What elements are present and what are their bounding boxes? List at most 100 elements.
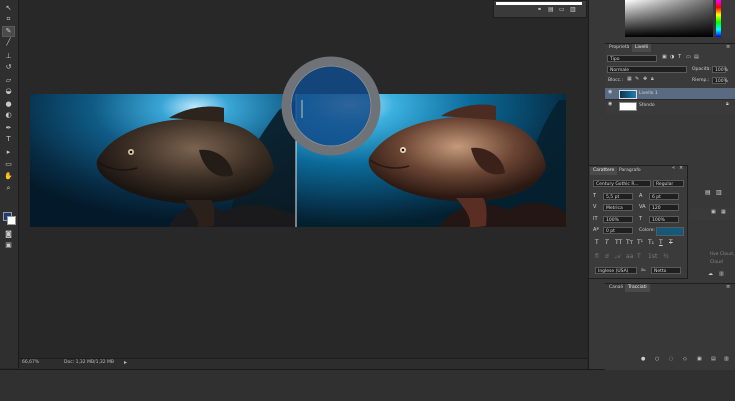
superscript-icon[interactable]: T¹ [637,240,643,246]
opacity-input[interactable]: 100% [712,66,728,73]
trash-icon[interactable]: ▥ [570,7,576,13]
subscript-icon[interactable]: T₁ [648,240,654,246]
quick-mask-icon[interactable]: ◙ [3,230,14,239]
hand-icon[interactable]: ✋ [3,172,14,181]
filter-type-icon[interactable]: T [678,55,681,60]
collapse-icon[interactable]: « [672,166,675,171]
leading-value: 6 pt [652,195,661,200]
delete-path-icon[interactable]: ▥ [724,357,729,362]
paint-bucket-icon[interactable]: ◒ [3,87,14,96]
faux-italic-icon[interactable]: T [605,240,609,246]
antialias-select[interactable]: Netto [651,267,681,274]
filter-kind-value: Tipo [610,57,620,62]
text-color-swatch[interactable] [656,227,684,236]
pen-icon[interactable]: ✒ [3,124,14,133]
font-style-select[interactable]: Regular [653,180,684,187]
zoom-level[interactable]: 66,67% [22,360,39,365]
tracking-select[interactable]: 120 [649,204,679,211]
visibility-eye-icon[interactable]: ◉ [608,90,612,95]
language-select[interactable]: Inglese (USA) [595,267,637,274]
tab-paragraph[interactable]: Paragrafo [616,167,644,175]
screen-mode-icon[interactable]: ▣ [3,241,14,250]
stylistic-alt-icon[interactable]: aa [626,254,633,260]
swash-icon[interactable]: 𝒜 [615,254,621,260]
status-menu-arrow-icon[interactable]: ▸ [124,359,127,366]
font-family-select[interactable]: Century Gothic R... [593,180,651,187]
fill-input[interactable]: 100% [712,77,728,84]
trash-icon[interactable]: ▥ [719,272,724,277]
titling-icon[interactable]: T [637,254,641,260]
move-icon[interactable]: ↖ [3,4,14,13]
panel-menu-icon[interactable]: ≡ [726,285,730,290]
hue-slider[interactable] [716,0,721,37]
lock-pixels-icon[interactable]: ✎ [635,77,639,82]
tab-character[interactable]: Carattere [590,167,618,175]
background-color-swatch[interactable] [7,216,16,225]
load-selection-icon[interactable]: ◌ [669,357,673,362]
old-style-icon[interactable]: ơ [605,254,609,260]
layer-name[interactable]: Livello 1 [639,91,658,96]
layer-row[interactable]: ◉ Livello 1 [605,88,735,99]
lock-position-icon[interactable]: ✥ [643,77,647,82]
grid-view-icon[interactable]: ▦ [721,210,726,215]
leading-input[interactable]: 6 pt [649,193,679,200]
new-item-icon[interactable]: ▤ [548,7,554,13]
small-caps-icon[interactable]: Tт [626,240,633,246]
filter-smart-icon[interactable]: ▤ [694,55,699,60]
stroke-path-icon[interactable]: ○ [655,357,659,362]
fill-path-icon[interactable]: ● [641,357,645,362]
ordinals-icon[interactable]: 1st [648,254,657,260]
link-icon[interactable]: ⚭ [537,7,542,13]
folder-icon[interactable]: ▭ [559,7,565,13]
faux-bold-icon[interactable]: T [595,240,599,246]
dodge-icon[interactable]: ◐ [3,111,14,120]
new-layer-icon[interactable]: ▤ [705,190,711,196]
eraser-icon[interactable]: ▱ [3,76,14,85]
filter-pixel-icon[interactable]: ▣ [662,55,667,60]
vertical-scale-input[interactable]: 100% [603,216,633,223]
blend-mode-select[interactable]: Normale [607,66,687,73]
visibility-eye-icon[interactable]: ◉ [608,102,612,107]
eyedropper-icon[interactable]: ✎ [2,26,15,37]
layer-row[interactable]: ◉ Sfondo 🔒︎ [605,99,735,111]
fractions-icon[interactable]: ½ [663,254,669,260]
lock-all-icon[interactable]: 🔒︎ [651,77,654,82]
tab-channels[interactable]: Canali [606,284,626,292]
add-mask-icon[interactable]: ▣ [697,357,702,362]
view-icon[interactable]: ▣ [711,210,716,215]
strikethrough-icon[interactable]: T [669,240,673,246]
layer-name[interactable]: Sfondo [639,103,655,108]
filter-shape-icon[interactable]: ▭ [686,55,691,60]
delete-layer-icon[interactable]: ▥ [716,190,722,196]
all-caps-icon[interactable]: TT [615,240,622,246]
path-selection-icon[interactable]: ▸ [3,148,14,157]
underline-icon[interactable]: T [659,240,663,246]
panel-menu-icon[interactable]: ≡ [726,45,730,50]
brush-icon[interactable]: ╱ [3,38,14,47]
clone-stamp-icon[interactable]: ⊥ [3,52,14,61]
make-path-icon[interactable]: ◇ [683,357,687,362]
baseline-shift-input[interactable]: 0 pt [603,227,633,234]
cloud-icon[interactable]: ☁ [708,272,713,277]
horizontal-scale-input[interactable]: 100% [649,216,679,223]
history-brush-icon[interactable]: ↺ [3,63,14,72]
close-icon[interactable]: × [679,166,683,171]
lock-icon: 🔒︎ [726,101,729,107]
layer-filter-select[interactable]: Tipo [607,55,657,62]
kerning-select[interactable]: Metrica [603,204,633,211]
color-field[interactable] [625,0,713,37]
tab-paths[interactable]: Tracciati [625,284,650,292]
filter-adjust-icon[interactable]: ◑ [670,55,674,60]
new-path-icon[interactable]: ▤ [711,357,716,362]
tab-layers[interactable]: Livelli [632,44,651,52]
shape-icon[interactable]: ▭ [3,160,14,169]
type-icon[interactable]: T [3,135,14,144]
document-canvas[interactable] [19,0,587,358]
font-size-input[interactable]: 5,5 pt [603,193,633,200]
crop-icon[interactable]: ⌗ [3,15,14,24]
zoom-icon[interactable]: ⌕ [3,184,14,193]
blur-icon[interactable]: ● [3,100,14,109]
lock-transparency-icon[interactable]: ▦ [627,77,632,82]
tab-properties[interactable]: Proprietà [606,44,632,52]
ligature-icon[interactable]: fi [595,254,599,260]
